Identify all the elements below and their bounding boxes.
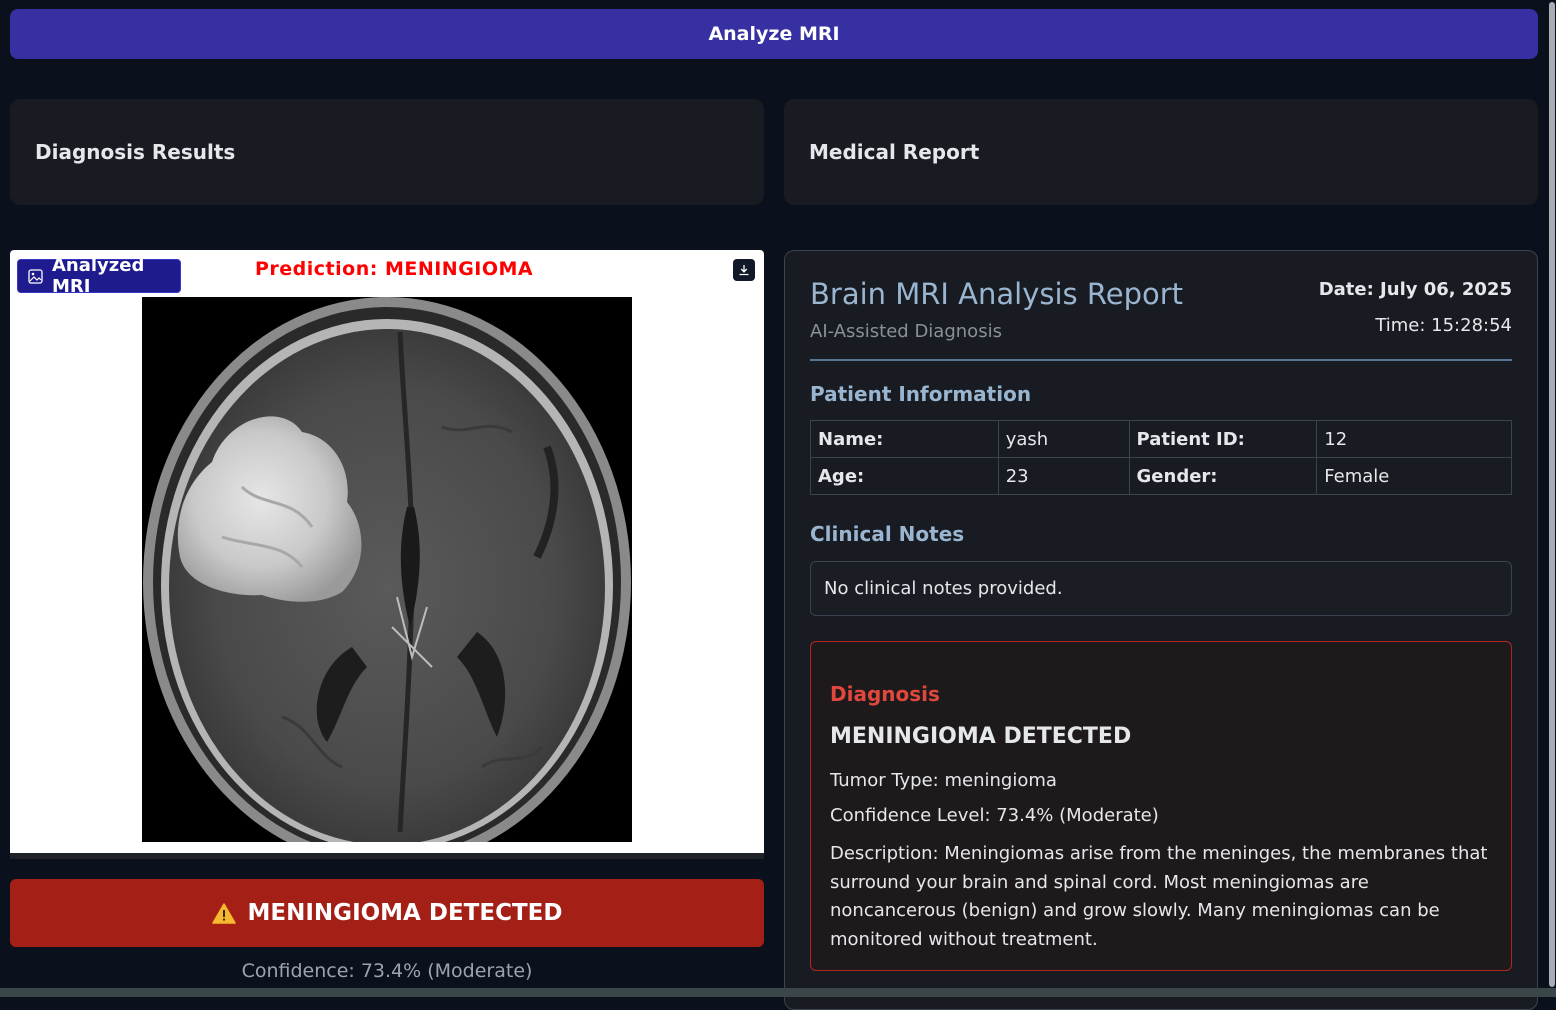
- detection-banner-text: MENINGIOMA DETECTED: [247, 900, 563, 926]
- prediction-label: Prediction: MENINGIOMA: [255, 258, 534, 280]
- table-row: Age: 23 Gender: Female: [810, 457, 1512, 495]
- warning-icon: [211, 902, 236, 924]
- diagnosis-title: MENINGIOMA DETECTED: [830, 724, 1132, 749]
- medical-report-title: Medical Report: [809, 140, 980, 164]
- gender-label: Gender:: [1128, 457, 1318, 495]
- analyzed-mri-panel: Analyzed MRI Prediction: MENINGIOMA: [10, 250, 764, 867]
- patient-info-heading: Patient Information: [810, 382, 1032, 406]
- report-time: Time: 15:28:54: [1375, 315, 1512, 336]
- patient-info-table: Name: yash Patient ID: 12 Age: 23 Gender…: [810, 420, 1512, 495]
- patient-id-value: 12: [1316, 420, 1512, 458]
- analyzed-mri-badge: Analyzed MRI: [17, 255, 181, 297]
- bottom-bar: [0, 988, 1556, 997]
- download-icon: [739, 265, 749, 276]
- gender-value: Female: [1316, 457, 1512, 495]
- download-button[interactable]: [733, 259, 755, 281]
- diagnosis-box: Diagnosis MENINGIOMA DETECTED Tumor Type…: [810, 641, 1512, 971]
- table-row: Name: yash Patient ID: 12: [810, 420, 1512, 458]
- confidence-level: Confidence Level: 73.4% (Moderate): [830, 805, 1159, 826]
- analyze-mri-button[interactable]: Analyze MRI: [10, 9, 1538, 59]
- scrollbar-thumb[interactable]: [1549, 2, 1555, 987]
- report-divider: [810, 359, 1512, 361]
- clinical-notes-text: No clinical notes provided.: [824, 578, 1063, 599]
- report-date: Date: July 06, 2025: [1318, 279, 1512, 300]
- medical-report-header: Medical Report: [784, 99, 1538, 205]
- image-panel-footer: [10, 853, 764, 859]
- name-label: Name:: [810, 420, 999, 458]
- image-icon: [28, 268, 43, 284]
- name-value: yash: [997, 420, 1130, 458]
- diagnosis-label: Diagnosis: [830, 682, 940, 706]
- diagnosis-results-header: Diagnosis Results: [10, 99, 764, 205]
- age-label: Age:: [810, 457, 999, 495]
- patient-id-label: Patient ID:: [1128, 420, 1318, 458]
- mri-image: [142, 297, 632, 867]
- diagnosis-description: Description: Meningiomas arise from the …: [830, 843, 1488, 950]
- medical-report-card: Brain MRI Analysis Report AI-Assisted Di…: [784, 250, 1538, 1010]
- report-subtitle: AI-Assisted Diagnosis: [810, 321, 1002, 342]
- clinical-notes-box: No clinical notes provided.: [810, 561, 1512, 616]
- diagnosis-results-title: Diagnosis Results: [35, 140, 236, 164]
- tumor-type: Tumor Type: meningioma: [830, 770, 1057, 791]
- detection-banner: MENINGIOMA DETECTED: [10, 879, 764, 947]
- age-value: 23: [997, 457, 1130, 495]
- analyzed-mri-label: Analyzed MRI: [52, 255, 145, 297]
- confidence-summary: Confidence: 73.4% (Moderate): [241, 960, 533, 982]
- report-title: Brain MRI Analysis Report: [810, 277, 1184, 311]
- clinical-notes-heading: Clinical Notes: [810, 522, 965, 546]
